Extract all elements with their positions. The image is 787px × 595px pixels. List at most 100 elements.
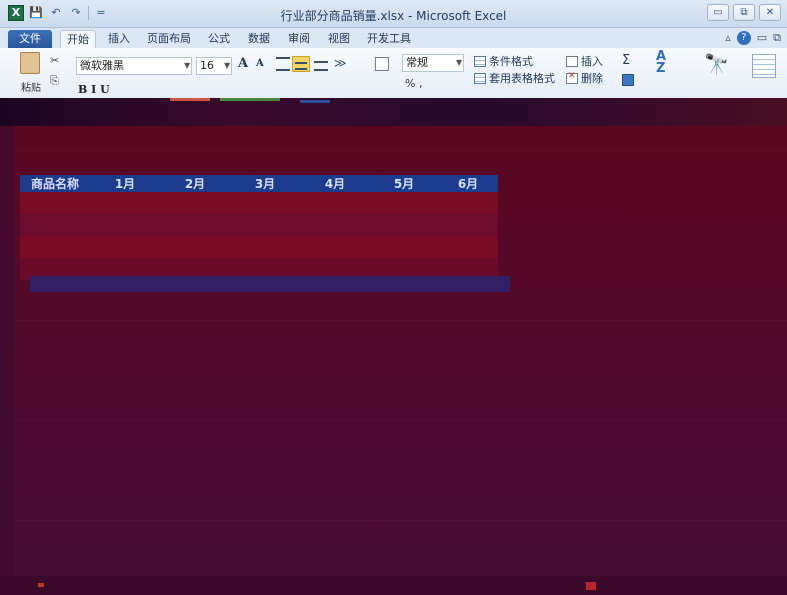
insert-cells-icon bbox=[566, 55, 578, 67]
table-cell[interactable] bbox=[370, 214, 438, 236]
gridline bbox=[14, 150, 787, 151]
table-cell[interactable] bbox=[20, 214, 90, 236]
table-cell[interactable] bbox=[300, 214, 370, 236]
conditional-format-icon bbox=[474, 55, 486, 67]
header-cell-feb[interactable]: 2月 bbox=[160, 175, 230, 192]
minimize-button[interactable]: ▭ bbox=[707, 4, 729, 21]
wrap-text-icon[interactable] bbox=[375, 57, 389, 71]
table-cell[interactable] bbox=[90, 214, 160, 236]
table-cell[interactable] bbox=[90, 236, 160, 258]
conditional-format-label: 条件格式 bbox=[489, 55, 533, 68]
orientation-icon[interactable]: ≫ bbox=[334, 56, 347, 70]
percent-comma-buttons[interactable]: % , bbox=[405, 77, 422, 90]
title-bar: X 💾 ↶ ↷ = 行业部分商品销量.xlsx - Microsoft Exce… bbox=[0, 0, 787, 28]
row-header-column bbox=[0, 126, 14, 595]
bold-italic-underline-buttons[interactable]: B I U bbox=[78, 83, 110, 96]
ribbon-tab-bar: 文件 开始 插入 页面布局 公式 数据 审阅 视图 开发工具 ▵ ? ▭ ⧉ bbox=[0, 28, 787, 48]
tab-insert[interactable]: 插入 bbox=[103, 30, 135, 48]
sales-table: 商品名称 1月 2月 3月 4月 5月 6月 bbox=[20, 175, 498, 280]
conditional-format-button[interactable]: 条件格式 bbox=[474, 53, 533, 69]
number-format-dropdown-icon[interactable]: ▼ bbox=[456, 58, 462, 67]
noise-mark bbox=[220, 98, 280, 101]
window-controls: ▭ ⧉ ✕ bbox=[707, 4, 781, 21]
table-cell[interactable] bbox=[438, 214, 498, 236]
table-cell[interactable] bbox=[230, 236, 300, 258]
font-name-box[interactable]: 微软雅黑 bbox=[76, 57, 192, 75]
home-ribbon: 粘贴 ✂ ⎘ 微软雅黑 ▼ 16 ▼ A A B I U ≫ 常规 ▼ % , … bbox=[0, 48, 787, 98]
header-cell-mar[interactable]: 3月 bbox=[230, 175, 300, 192]
format-as-table-label: 套用表格格式 bbox=[489, 72, 555, 85]
table-cell[interactable] bbox=[230, 214, 300, 236]
help-icon[interactable]: ? bbox=[736, 31, 751, 45]
align-middle-icon[interactable] bbox=[292, 56, 310, 72]
tab-page-layout[interactable]: 页面布局 bbox=[143, 30, 195, 48]
table-cell[interactable] bbox=[438, 236, 498, 258]
copy-icon[interactable]: ⎘ bbox=[50, 74, 59, 88]
header-cell-apr[interactable]: 4月 bbox=[300, 175, 370, 192]
table-cell[interactable] bbox=[160, 214, 230, 236]
restore-button[interactable]: ⧉ bbox=[733, 4, 755, 21]
noise-mark bbox=[300, 100, 330, 103]
tab-developer[interactable]: 开发工具 bbox=[363, 30, 415, 48]
align-bottom-icon[interactable] bbox=[314, 61, 328, 71]
format-as-table-button[interactable]: 套用表格格式 bbox=[474, 70, 555, 86]
delete-cells-icon bbox=[566, 71, 578, 84]
align-top-icon[interactable] bbox=[276, 57, 290, 71]
header-cell-product[interactable]: 商品名称 bbox=[20, 175, 90, 192]
header-cell-jan[interactable]: 1月 bbox=[90, 175, 160, 192]
font-name-dropdown-icon[interactable]: ▼ bbox=[184, 61, 190, 70]
formula-bar-area bbox=[0, 98, 787, 126]
insert-cells-button[interactable]: 插入 bbox=[566, 53, 603, 69]
tab-review[interactable]: 审阅 bbox=[283, 30, 315, 48]
gridline bbox=[14, 320, 787, 321]
zoom-indicator[interactable] bbox=[586, 582, 596, 590]
table-cell[interactable] bbox=[300, 192, 370, 214]
minimize-ribbon-icon[interactable]: ▵ bbox=[725, 31, 731, 45]
table-cell[interactable] bbox=[230, 192, 300, 214]
tab-data[interactable]: 数据 bbox=[243, 30, 275, 48]
paste-icon[interactable] bbox=[20, 52, 40, 74]
fill-icon[interactable] bbox=[622, 74, 634, 86]
tab-home[interactable]: 开始 bbox=[60, 30, 96, 48]
table-row bbox=[20, 192, 498, 214]
table-header-row: 商品名称 1月 2月 3月 4月 5月 6月 bbox=[20, 175, 498, 192]
table-cell[interactable] bbox=[160, 192, 230, 214]
header-cell-may[interactable]: 5月 bbox=[370, 175, 438, 192]
table-cell[interactable] bbox=[90, 192, 160, 214]
close-button[interactable]: ✕ bbox=[759, 4, 781, 21]
find-select-icon[interactable]: 🔭 bbox=[704, 52, 729, 76]
window-title: 行业部分商品销量.xlsx - Microsoft Excel bbox=[280, 9, 507, 23]
status-bar bbox=[0, 576, 787, 595]
ribbon-right-controls: ▵ ? ▭ ⧉ bbox=[725, 31, 781, 45]
tab-formulas[interactable]: 公式 bbox=[203, 30, 235, 48]
table-cell[interactable] bbox=[370, 236, 438, 258]
tab-file[interactable]: 文件 bbox=[8, 30, 52, 48]
table-cell[interactable] bbox=[438, 192, 498, 214]
selected-row-highlight bbox=[30, 276, 510, 292]
tab-view[interactable]: 视图 bbox=[323, 30, 355, 48]
cut-icon[interactable]: ✂ bbox=[50, 54, 59, 67]
number-format-box[interactable]: 常规 bbox=[402, 54, 464, 72]
insert-cells-label: 插入 bbox=[581, 55, 603, 68]
table-cell[interactable] bbox=[300, 236, 370, 258]
more-commands-icon[interactable] bbox=[752, 54, 776, 78]
font-size-dropdown-icon[interactable]: ▼ bbox=[224, 61, 230, 70]
table-cell[interactable] bbox=[160, 236, 230, 258]
grow-font-button[interactable]: A bbox=[238, 56, 248, 71]
shrink-font-button[interactable]: A bbox=[256, 58, 264, 69]
delete-cells-button[interactable]: 删除 bbox=[566, 70, 603, 86]
gridline bbox=[14, 420, 787, 421]
gridline bbox=[14, 520, 787, 521]
table-cell[interactable] bbox=[20, 192, 90, 214]
table-cell[interactable] bbox=[20, 236, 90, 258]
autosum-icon[interactable]: Σ bbox=[622, 53, 630, 68]
table-cell[interactable] bbox=[370, 192, 438, 214]
delete-cells-label: 删除 bbox=[581, 72, 603, 85]
header-cell-jun[interactable]: 6月 bbox=[438, 175, 498, 192]
close-document-icon[interactable]: ⧉ bbox=[773, 31, 781, 45]
sort-filter-icon[interactable]: A Z bbox=[656, 50, 666, 75]
noise-mark bbox=[170, 98, 210, 101]
table-row bbox=[20, 214, 498, 236]
restore-document-icon[interactable]: ▭ bbox=[757, 31, 767, 45]
paste-button-label[interactable]: 粘贴 bbox=[21, 79, 41, 94]
